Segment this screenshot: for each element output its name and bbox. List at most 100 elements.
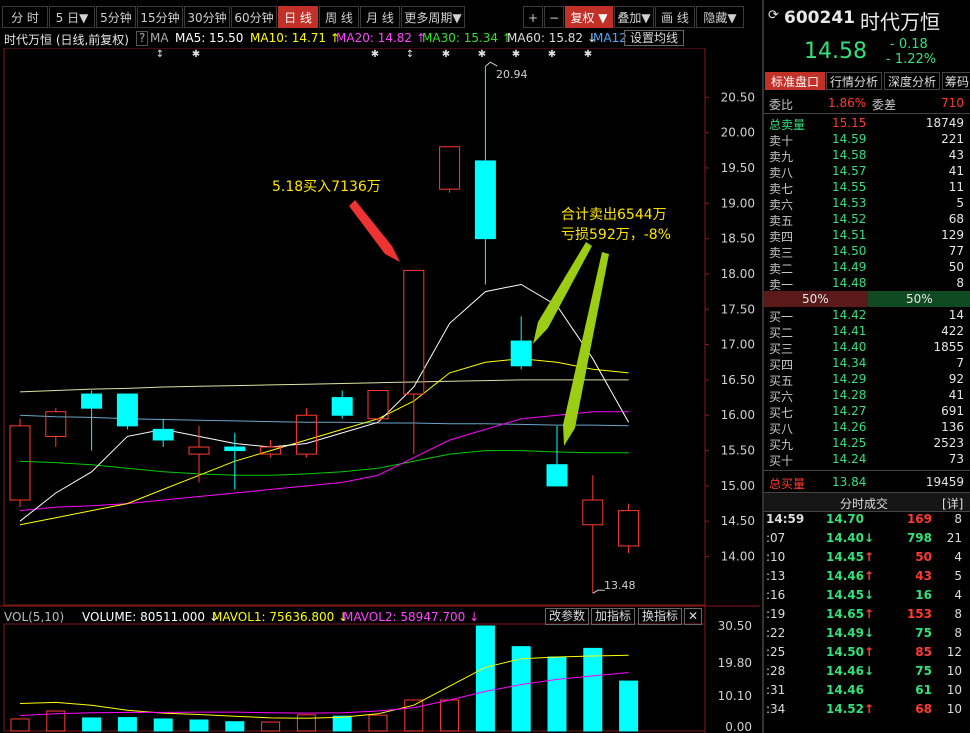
sell-level[interactable]: 卖七 14.55 11 — [764, 180, 970, 196]
buy-level[interactable]: 买一 14.42 14 — [764, 308, 970, 324]
event-marker: ✱ — [584, 49, 592, 60]
buy-level[interactable]: 买七 14.27 691 — [764, 404, 970, 420]
tick-volume: 50 — [915, 550, 932, 564]
sell-level-price: 14.55 — [832, 180, 867, 194]
chart-control-5[interactable]: 隐藏▼ — [696, 6, 744, 28]
volume-bar — [225, 721, 245, 732]
period-button-4[interactable]: 30分钟 — [184, 6, 230, 28]
buy-level-price: 14.24 — [832, 452, 867, 466]
buy-level[interactable]: 买九 14.25 2523 — [764, 436, 970, 452]
tick-volume: 68 — [915, 702, 932, 716]
tab-chips[interactable]: 筹码 — [942, 72, 970, 90]
ma-toggle[interactable]: MA — [150, 31, 169, 45]
sell-level-volume: 77 — [948, 244, 964, 258]
tick-count: 4 — [954, 588, 962, 602]
weicha-label: 委差 — [872, 98, 897, 112]
refresh-icon[interactable]: ⟳ — [768, 8, 779, 23]
edit-params-button[interactable]: 改参数 — [545, 608, 590, 625]
tick-time: :13 — [766, 569, 786, 583]
buy-level[interactable]: 买八 14.26 136 — [764, 420, 970, 436]
price-tick-label: 20.50 — [721, 90, 755, 104]
tick-arrow: ↓ — [864, 531, 875, 545]
tick-time: :19 — [766, 607, 786, 621]
sell-level[interactable]: 卖六 14.53 5 — [764, 196, 970, 212]
sell-level-label: 卖十 — [769, 134, 794, 148]
ma60-line — [19, 379, 629, 393]
chart-control-0[interactable]: + — [523, 6, 543, 28]
sell-level-price: 14.57 — [832, 164, 867, 178]
ma-settings-button[interactable]: 设置均线 — [624, 30, 685, 46]
tick-price: 14.46 — [826, 664, 864, 678]
tick-count: 8 — [954, 512, 962, 526]
stock-name: 时代万恒 — [860, 10, 940, 34]
tick-time: :28 — [766, 664, 786, 678]
price-tick-label: 17.00 — [721, 338, 755, 352]
ma30-line — [19, 450, 629, 476]
chart-control-1[interactable]: − — [544, 6, 564, 28]
chart-control-3[interactable]: 叠加▼ — [614, 6, 654, 28]
buy-level-volume: 73 — [948, 452, 964, 466]
sell-level[interactable]: 卖五 14.52 68 — [764, 212, 970, 228]
tick-price: 14.70 — [826, 512, 864, 526]
tick-count: 10 — [946, 702, 962, 716]
sell-level[interactable]: 卖三 14.50 77 — [764, 244, 970, 260]
ma30-label: MA30: 15.34 ↑ — [422, 31, 512, 45]
tick-row: 14:59 14.70 169 8 — [764, 512, 970, 528]
volume-value: VOLUME: 80511.000 ↓ — [82, 610, 219, 624]
buy-level-volume: 691 — [941, 404, 964, 418]
chart-control-2[interactable]: 复权 ▼ — [565, 6, 613, 28]
buy-level[interactable]: 买六 14.28 41 — [764, 388, 970, 404]
tab-standard[interactable]: 标准盘口 — [765, 72, 825, 90]
ticks-detail-link[interactable]: [详] — [942, 495, 963, 512]
period-button-8[interactable]: 月 线 — [360, 6, 400, 28]
volume-bar — [619, 680, 639, 732]
buy-level[interactable]: 买二 14.41 422 — [764, 324, 970, 340]
sell-level[interactable]: 卖十 14.59 221 — [764, 132, 970, 148]
period-button-7[interactable]: 周 线 — [319, 6, 359, 28]
event-marker: ✱ — [192, 49, 200, 60]
tab-market-analysis[interactable]: 行情分析 — [826, 72, 882, 90]
low-price-label: 13.48 — [604, 579, 636, 592]
volume-bar — [583, 647, 603, 732]
volume-tick-label: 0.00 — [725, 720, 752, 733]
period-button-2[interactable]: 5分钟 — [96, 6, 136, 28]
tick-time: :07 — [766, 531, 786, 545]
buy-arrow — [349, 200, 400, 262]
sell-level[interactable]: 卖二 14.49 50 — [764, 260, 970, 276]
buy-level-price: 14.25 — [832, 436, 867, 450]
buy-level[interactable]: 买十 14.24 73 — [764, 452, 970, 468]
sell-level[interactable]: 卖四 14.51 129 — [764, 228, 970, 244]
chart-control-4[interactable]: 画 线 — [655, 6, 695, 28]
buy-level[interactable]: 买三 14.40 1855 — [764, 340, 970, 356]
period-button-3[interactable]: 15分钟 — [137, 6, 183, 28]
candle-body — [152, 428, 174, 441]
kline-chart[interactable]: 20.50 20.00 19.50 19.00 18.50 18.00 17.50 17.00… — [0, 48, 760, 733]
price-pane-frame — [3, 48, 706, 606]
add-indicator-button[interactable]: 加指标 — [591, 608, 636, 625]
period-button-0[interactable]: 分 时 — [2, 6, 48, 28]
period-button-6[interactable]: 日 线 — [278, 6, 318, 28]
sell-arrow-1 — [533, 242, 592, 344]
sell-level[interactable]: 卖九 14.58 43 — [764, 148, 970, 164]
mavol2-value: MAVOL2: 58947.700 ↓ — [343, 610, 480, 624]
sell-level-volume: 129 — [941, 228, 964, 242]
sell-level[interactable]: 卖一 14.48 8 — [764, 276, 970, 292]
tab-depth-analysis[interactable]: 深度分析 — [884, 72, 940, 90]
tick-row: :31 14.46 61 10 — [764, 683, 970, 699]
tick-row: :19 14.65 ↑ 153 8 — [764, 607, 970, 623]
period-button-1[interactable]: 5 日▼ — [49, 6, 95, 28]
period-button-5[interactable]: 60分钟 — [231, 6, 277, 28]
sell-level[interactable]: 卖八 14.57 41 — [764, 164, 970, 180]
period-toolbar: 分 时5 日▼ 5分钟 15分钟 30分钟 60分钟日 线周 线月 线更多周期▼ + − 复权… — [0, 0, 760, 32]
buy-level[interactable]: 买五 14.29 92 — [764, 372, 970, 388]
period-button-9[interactable]: 更多周期▼ — [401, 6, 465, 28]
sell-level-label: 卖五 — [769, 214, 794, 228]
tick-price: 14.50 — [826, 645, 864, 659]
candle-body — [188, 446, 210, 455]
buy-level[interactable]: 买四 14.34 7 — [764, 356, 970, 372]
total-sell-volume: 18749 — [925, 116, 964, 130]
switch-indicator-button[interactable]: 换指标 — [638, 608, 683, 625]
help-icon[interactable]: ? — [136, 31, 149, 46]
close-icon[interactable]: ✕ — [684, 608, 703, 625]
sell-level-label: 卖三 — [769, 246, 794, 260]
